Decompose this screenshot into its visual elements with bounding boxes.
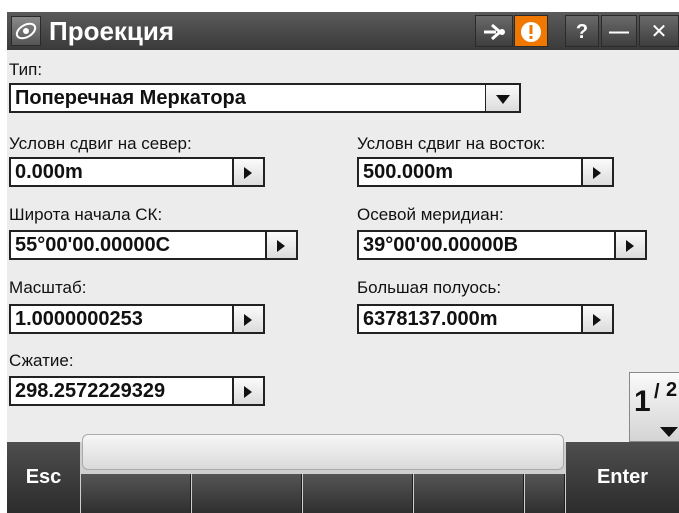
false-easting-field[interactable]: 500.000m bbox=[357, 157, 583, 187]
trimble-icon[interactable] bbox=[11, 16, 41, 46]
scale-arrow-button[interactable] bbox=[233, 304, 265, 334]
connect-icon[interactable] bbox=[475, 15, 513, 47]
chevron-right-icon bbox=[244, 314, 252, 326]
page-separator: / bbox=[654, 381, 660, 403]
page-total: 2 bbox=[666, 379, 678, 401]
minimize-button[interactable]: — bbox=[601, 15, 637, 47]
enter-button[interactable]: Enter bbox=[566, 442, 679, 513]
chevron-down-icon bbox=[496, 95, 510, 104]
flattening-arrow-button[interactable] bbox=[233, 376, 265, 406]
false-northing-arrow-button[interactable] bbox=[233, 157, 265, 187]
semi-major-axis-label: Большая полуось: bbox=[357, 278, 502, 297]
origin-latitude-label: Широта начала СК: bbox=[9, 205, 163, 224]
page-indicator-button[interactable]: 1 / 2 bbox=[629, 372, 679, 442]
central-meridian-field[interactable]: 39°00'00.00000В bbox=[357, 230, 616, 260]
false-easting-label: Условн сдвиг на восток: bbox=[357, 134, 546, 153]
title-bar: Проекция ? — ✕ bbox=[7, 12, 679, 50]
flattening-label: Сжатие: bbox=[9, 351, 74, 370]
type-label: Тип: bbox=[9, 60, 43, 79]
page-current: 1 bbox=[634, 385, 651, 418]
dropdown-button[interactable] bbox=[485, 83, 521, 113]
chevron-right-icon bbox=[277, 240, 285, 252]
chevron-right-icon bbox=[593, 314, 601, 326]
scale-field[interactable]: 1.0000000253 bbox=[9, 304, 234, 334]
scale-label: Масштаб: bbox=[9, 278, 87, 297]
semi-major-axis-field[interactable]: 6378137.000m bbox=[357, 304, 583, 334]
false-easting-arrow-button[interactable] bbox=[582, 157, 614, 187]
window-title: Проекция bbox=[49, 16, 175, 46]
flattening-field[interactable]: 298.2572229329 bbox=[9, 376, 234, 406]
central-meridian-arrow-button[interactable] bbox=[615, 230, 647, 260]
chevron-right-icon bbox=[593, 167, 601, 179]
projection-type-select[interactable]: Поперечная Меркатора bbox=[9, 83, 487, 113]
projection-window: Проекция ? — ✕ Тип: Поперечная Меркатора… bbox=[7, 12, 679, 513]
status-line bbox=[82, 434, 564, 470]
softkey-5[interactable] bbox=[525, 474, 565, 513]
chevron-right-icon bbox=[244, 386, 252, 398]
softkey-2[interactable] bbox=[192, 474, 302, 513]
close-button[interactable]: ✕ bbox=[639, 15, 679, 47]
warning-icon[interactable] bbox=[514, 15, 548, 47]
central-meridian-label: Осевой меридиан: bbox=[357, 205, 504, 224]
semi-major-axis-arrow-button[interactable] bbox=[582, 304, 614, 334]
false-northing-label: Условн сдвиг на север: bbox=[9, 134, 192, 153]
chevron-right-icon bbox=[626, 240, 634, 252]
origin-latitude-field[interactable]: 55°00'00.00000С bbox=[9, 230, 267, 260]
softkey-1[interactable] bbox=[81, 474, 191, 513]
chevron-down-icon bbox=[660, 427, 678, 437]
chevron-right-icon bbox=[244, 167, 252, 179]
false-northing-field[interactable]: 0.000m bbox=[9, 157, 234, 187]
softkey-4[interactable] bbox=[414, 474, 524, 513]
softkey-3[interactable] bbox=[303, 474, 413, 513]
esc-button[interactable]: Esc bbox=[7, 442, 80, 513]
help-button[interactable]: ? bbox=[565, 15, 599, 47]
origin-latitude-arrow-button[interactable] bbox=[266, 230, 298, 260]
